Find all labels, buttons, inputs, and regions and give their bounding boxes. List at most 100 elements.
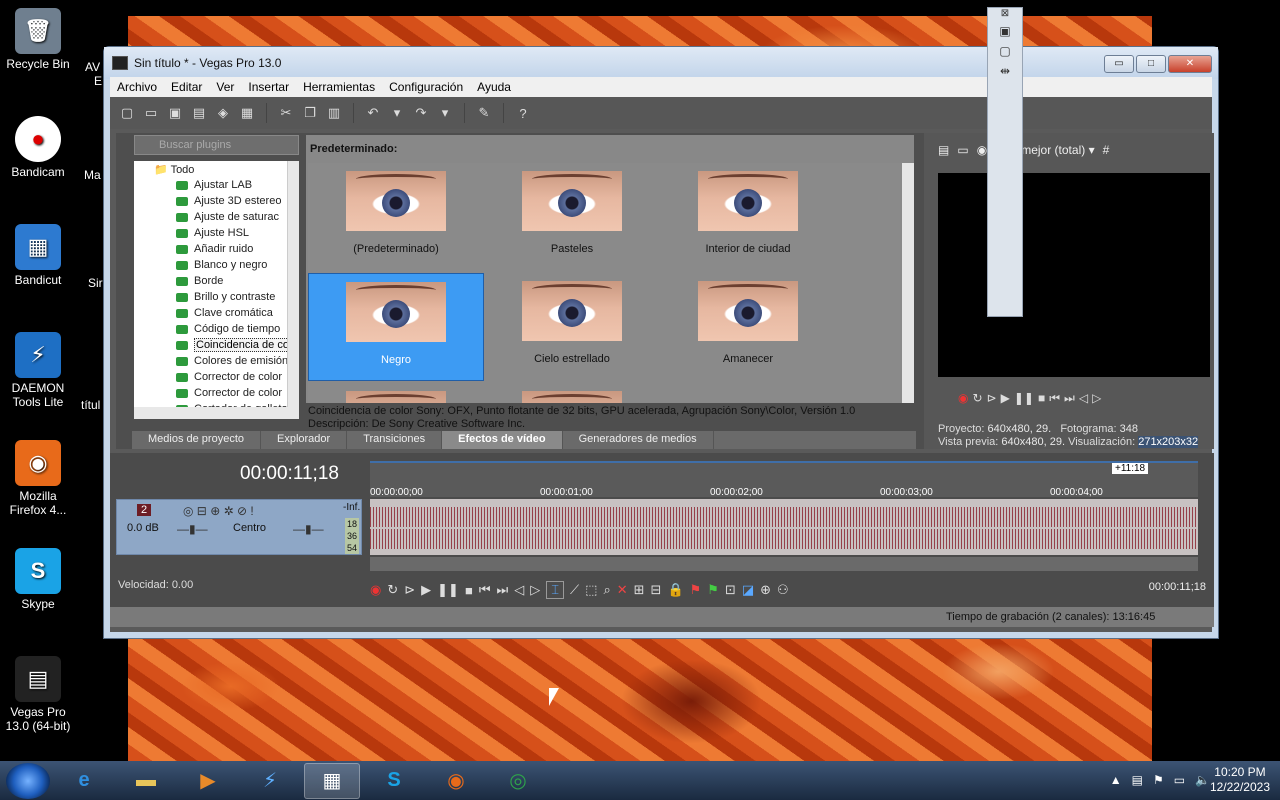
preset-thumbnail[interactable] xyxy=(308,383,484,403)
tree-horizontal-scrollbar[interactable] xyxy=(134,407,299,419)
cut-icon[interactable]: ✂ xyxy=(275,102,297,124)
go-to-end-icon[interactable]: ⏭ xyxy=(1064,391,1075,406)
next-frame-icon[interactable]: ▷ xyxy=(1092,391,1101,406)
maximize-button[interactable]: □ xyxy=(1136,55,1166,73)
network-icon[interactable]: ▤ xyxy=(1132,773,1143,787)
menu-item[interactable]: Editar xyxy=(164,80,209,94)
desktop-icon[interactable]: ◉ Mozilla Firefox 4... xyxy=(2,440,74,517)
timeline-ruler[interactable]: +11:18 00:00:00;00 00:00:01;00 00:00:02;… xyxy=(370,461,1198,498)
panel-tab[interactable]: Explorador xyxy=(261,431,348,449)
menu-item[interactable]: Configuración xyxy=(382,80,470,94)
audio-track-header[interactable]: 2 ◎ ⊟ ⊕ ✲ ⊘ ! -Inf. 0.0 dB Centro —▮— —▮… xyxy=(116,499,362,555)
previous-frame-icon[interactable]: ◁ xyxy=(514,582,524,598)
play-from-start-icon[interactable]: ⊳ xyxy=(404,582,415,598)
plugin-tree-item[interactable]: Ajuste 3D estereo xyxy=(134,193,299,209)
window-titlebar[interactable]: Sin título * - Vegas Pro 13.0 ▭ □ ✕ xyxy=(104,47,1218,79)
volume-slider[interactable]: —▮— xyxy=(177,522,208,536)
volume-icon[interactable]: 🔈 xyxy=(1195,773,1210,787)
preset-thumbnail[interactable]: Amanecer xyxy=(660,273,836,381)
panel-tab[interactable]: Medios de proyecto xyxy=(132,431,261,449)
play-icon[interactable]: ▶ xyxy=(1001,391,1010,406)
desktop-icon[interactable]: 🗑 Recycle Bin xyxy=(2,8,74,71)
plugin-tree-item[interactable]: Ajustar LAB xyxy=(134,177,299,193)
firefox-taskbar-icon[interactable]: ◉ xyxy=(428,763,484,799)
loop-icon[interactable]: ↻ xyxy=(972,391,982,406)
previous-frame-icon[interactable]: ◁ xyxy=(1079,391,1088,406)
daemon-tools-taskbar-icon[interactable]: ⚡ xyxy=(242,763,298,799)
menu-item[interactable]: Archivo xyxy=(110,80,164,94)
internet-explorer-taskbar-icon[interactable]: e xyxy=(56,763,112,799)
save-icon[interactable]: ▣ xyxy=(164,102,186,124)
play-from-start-icon[interactable]: ⊳ xyxy=(987,391,997,406)
desktop-icon[interactable]: ⚡ DAEMON Tools Lite xyxy=(2,332,74,409)
menu-item[interactable]: Ayuda xyxy=(470,80,518,94)
loop-icon[interactable]: ↻ xyxy=(387,582,398,598)
mute-icon[interactable]: ◎ ⊟ ⊕ ✲ ⊘ ! xyxy=(183,504,254,518)
pan-slider[interactable]: —▮— xyxy=(293,522,324,536)
record-icon[interactable]: ◉ xyxy=(370,582,381,598)
copy-icon[interactable]: ❐ xyxy=(299,102,321,124)
record-icon[interactable]: ◉ xyxy=(958,391,968,406)
snap-icon[interactable]: ⊡ xyxy=(725,582,736,598)
plugin-tree-item[interactable]: Corrector de color xyxy=(134,369,299,385)
skype-taskbar-icon[interactable]: S xyxy=(366,763,422,799)
vegas-pro-taskbar-icon[interactable]: ▦ xyxy=(304,762,360,799)
desktop-icon[interactable]: ▦ Bandicut xyxy=(2,224,74,287)
delete-icon[interactable]: ✕ xyxy=(617,582,628,598)
go-to-start-icon[interactable]: ⏮ xyxy=(1049,391,1060,406)
panel-tab[interactable]: Efectos de vídeo xyxy=(442,431,563,449)
floating-tool-icon[interactable]: ▣ xyxy=(988,24,1022,44)
taskbar-clock[interactable]: 10:20 PM 12/22/2023 xyxy=(1210,765,1270,795)
preset-thumbnail[interactable] xyxy=(484,383,660,403)
preset-thumbnail[interactable]: Cielo estrellado xyxy=(484,273,660,381)
stop-icon[interactable]: ■ xyxy=(1038,391,1045,406)
plugin-tree-item[interactable]: Coincidencia de co xyxy=(134,337,299,353)
timeline-scrollbar[interactable] xyxy=(370,557,1198,571)
plugin-tree-item[interactable]: Clave cromática xyxy=(134,305,299,321)
desktop-icon[interactable]: ● Bandicam xyxy=(2,116,74,179)
help-icon[interactable]: ? xyxy=(512,102,534,124)
undo-icon[interactable]: ↶ xyxy=(362,102,384,124)
desktop-icon[interactable]: ▤ Vegas Pro 13.0 (64-bit) xyxy=(2,656,74,733)
panel-tab[interactable]: Transiciones xyxy=(347,431,443,449)
plugin-tree[interactable]: 📁 Todo Ajustar LAB Ajuste 3D estereo Ajust… xyxy=(134,161,299,407)
lock-envelopes-icon[interactable]: ⊕ xyxy=(760,582,771,598)
plugin-tree-item[interactable]: Colores de emisión xyxy=(134,353,299,369)
chrome-taskbar-icon[interactable]: ◎ xyxy=(490,763,546,799)
stop-icon[interactable]: ■ xyxy=(465,583,473,598)
redo-icon[interactable]: ↷ xyxy=(410,102,432,124)
tree-scrollbar[interactable] xyxy=(287,161,299,407)
desktop-icon[interactable]: S Skype xyxy=(2,548,74,611)
preset-scrollbar[interactable] xyxy=(902,163,914,403)
go-to-end-icon[interactable]: ⏭ xyxy=(497,582,509,598)
marker-icon[interactable]: ⚑ xyxy=(690,582,702,598)
audio-waveform[interactable] xyxy=(370,499,1198,555)
display-icon[interactable]: ▭ xyxy=(1174,773,1185,787)
grid-icon[interactable]: # xyxy=(1103,143,1110,157)
tree-root[interactable]: 📁 Todo xyxy=(134,161,299,177)
render-icon[interactable]: ◈ xyxy=(212,102,234,124)
new-project-icon[interactable]: ▢ xyxy=(116,102,138,124)
redo-dropdown-icon[interactable]: ▾ xyxy=(434,102,456,124)
file-explorer-taskbar-icon[interactable]: ▬ xyxy=(118,763,174,799)
lock-icon[interactable]: 🔒 xyxy=(667,582,683,598)
split-icon[interactable]: ⊟ xyxy=(651,582,662,598)
floating-frame-icon[interactable]: ▢ xyxy=(988,44,1022,64)
plugin-tree-item[interactable]: Ajuste HSL xyxy=(134,225,299,241)
pause-icon[interactable]: ❚❚ xyxy=(437,582,459,598)
ignore-grouping-icon[interactable]: ⚇ xyxy=(777,582,789,598)
media-player-taskbar-icon[interactable]: ▶ xyxy=(180,763,236,799)
preset-thumbnail[interactable]: Interior de ciudad xyxy=(660,163,836,271)
overlay-icon[interactable]: ◉ xyxy=(977,143,987,157)
plugin-tree-item[interactable]: Blanco y negro xyxy=(134,257,299,273)
plugin-search-input[interactable]: Buscar plugins xyxy=(134,135,299,155)
undo-dropdown-icon[interactable]: ▾ xyxy=(386,102,408,124)
menu-item[interactable]: Ver xyxy=(209,80,241,94)
envelope-tool-icon[interactable]: ⟋ xyxy=(570,582,579,598)
show-hidden-icons[interactable]: ▲ xyxy=(1110,773,1122,787)
plugin-tree-item[interactable]: Ajuste de saturac xyxy=(134,209,299,225)
plugin-tree-item[interactable]: Borde xyxy=(134,273,299,289)
plugin-tree-item[interactable]: Código de tiempo xyxy=(134,321,299,337)
floating-close-icon[interactable]: ⊠ xyxy=(988,8,1022,24)
open-folder-icon[interactable]: ▭ xyxy=(140,102,162,124)
